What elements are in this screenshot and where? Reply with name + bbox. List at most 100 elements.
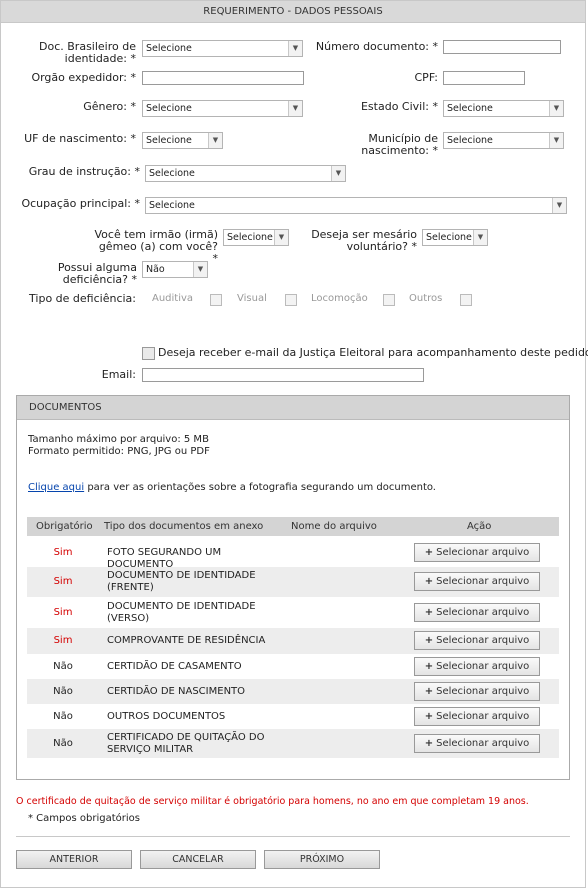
uf-nascimento-value: Selecione xyxy=(146,135,192,146)
mesario-value: Selecione xyxy=(426,232,472,243)
chevron-down-icon: ▼ xyxy=(552,198,566,213)
table-row: Não CERTIFICADO DE QUITAÇÃO DO SERVIÇO MI… xyxy=(27,729,559,758)
selecionar-arquivo-button[interactable]: + Selecionar arquivo xyxy=(414,603,540,622)
table-row: Não CERTIDÃO DE NASCIMENTO + Selecionar arq… xyxy=(27,679,559,704)
table-row: Não OUTROS DOCUMENTOS + Selecionar arquivo xyxy=(27,704,559,729)
divider xyxy=(16,836,570,837)
tipo-documento-cell: COMPROVANTE DE RESIDÊNCIA xyxy=(107,635,266,646)
grau-instrucao-label: Grau de instrução: * xyxy=(28,165,140,178)
uf-nascimento-select[interactable]: Selecione ▼ xyxy=(142,132,223,149)
selecionar-arquivo-label: Selecionar arquivo xyxy=(436,738,530,749)
estado-civil-label: Estado Civil: * xyxy=(360,100,438,113)
deficiencia-label: Possui alguma deficiência? * xyxy=(57,261,137,286)
chevron-down-icon: ▼ xyxy=(549,101,563,116)
municipio-value: Selecione xyxy=(447,135,493,146)
selecionar-arquivo-label: Selecionar arquivo xyxy=(436,576,530,587)
proximo-button[interactable]: PRÓXIMO xyxy=(264,850,380,869)
campos-obrigatorios-note: * Campos obrigatórios xyxy=(28,813,140,824)
tipo-documento-cell: CERTIDÃO DE NASCIMENTO xyxy=(107,686,246,697)
selecionar-arquivo-button[interactable]: + Selecionar arquivo xyxy=(414,734,540,753)
doc-identidade-select[interactable]: Selecione ▼ xyxy=(142,40,303,57)
receber-email-label: Deseja receber e-mail da Justiça Eleitor… xyxy=(158,346,588,359)
col-tipo: Tipo dos documentos em anexo xyxy=(104,521,264,532)
deficiencia-auditiva-checkbox[interactable] xyxy=(210,294,222,306)
deficiencia-value: Não xyxy=(146,264,165,275)
numero-documento-input[interactable] xyxy=(443,40,561,54)
plus-icon: + xyxy=(424,547,434,558)
tipo-documento-cell: DOCUMENTO DE IDENTIDADE (VERSO) xyxy=(107,601,256,624)
tipo-documento-cell: OUTROS DOCUMENTOS xyxy=(107,711,226,722)
obrigatorio-cell: Sim xyxy=(53,607,73,618)
municipio-select[interactable]: Selecione ▼ xyxy=(443,132,564,149)
documentos-table-header: Obrigatório Tipo dos documentos em anexo… xyxy=(27,517,559,536)
obrigatorio-cell: Sim xyxy=(53,547,73,558)
deficiencia-visual-checkbox[interactable] xyxy=(285,294,297,306)
deficiencia-visual-label: Visual xyxy=(237,293,267,304)
table-row: Sim FOTO SEGURANDO UM DOCUMENTO + Seleciona… xyxy=(27,538,559,570)
tipo-documento-cell: CERTIDÃO DE CASAMENTO xyxy=(107,661,242,672)
selecionar-arquivo-button[interactable]: + Selecionar arquivo xyxy=(414,631,540,650)
cpf-input[interactable] xyxy=(443,71,525,85)
col-nome-arquivo: Nome do arquivo xyxy=(291,521,377,532)
selecionar-arquivo-label: Selecionar arquivo xyxy=(436,661,530,672)
selecionar-arquivo-button[interactable]: + Selecionar arquivo xyxy=(414,707,540,726)
estado-civil-select[interactable]: Selecione ▼ xyxy=(443,100,564,117)
chevron-down-icon: ▼ xyxy=(208,133,222,148)
clique-aqui-link[interactable]: Clique aqui xyxy=(28,482,84,493)
genero-value: Selecione xyxy=(146,103,192,114)
genero-select[interactable]: Selecione ▼ xyxy=(142,100,303,117)
genero-label: Gênero: * xyxy=(83,100,136,113)
selecionar-arquivo-label: Selecionar arquivo xyxy=(436,686,530,697)
cancelar-button[interactable]: CANCELAR xyxy=(140,850,256,869)
email-input[interactable] xyxy=(142,368,424,382)
deficiencia-outros-checkbox[interactable] xyxy=(460,294,472,306)
plus-icon: + xyxy=(424,635,434,646)
cpf-label: CPF: xyxy=(414,71,439,84)
selecionar-arquivo-button[interactable]: + Selecionar arquivo xyxy=(414,682,540,701)
table-row: Sim DOCUMENTO DE IDENTIDADE (FRENTE) + Sele… xyxy=(27,567,559,597)
plus-icon: + xyxy=(424,686,434,697)
plus-icon: + xyxy=(424,661,434,672)
gemeo-select[interactable]: Selecione ▼ xyxy=(223,229,289,246)
obrigatorio-cell: Não xyxy=(53,661,73,672)
email-label: Email: xyxy=(101,368,136,381)
uf-nascimento-label: UF de nascimento: * xyxy=(24,132,136,145)
doc-identidade-label: Doc. Brasileiro de identidade: * xyxy=(39,40,136,65)
chevron-down-icon: ▼ xyxy=(473,230,487,245)
receber-email-checkbox[interactable] xyxy=(142,347,155,360)
obrigatorio-cell: Sim xyxy=(53,635,73,646)
obrigatorio-cell: Não xyxy=(53,711,73,722)
orientacoes-rest: para ver as orientações sobre a fotograf… xyxy=(84,482,436,493)
obrigatorio-cell: Não xyxy=(53,686,73,697)
chevron-down-icon: ▼ xyxy=(288,101,302,116)
col-acao: Ação xyxy=(467,521,492,532)
deficiencia-locomocao-checkbox[interactable] xyxy=(383,294,395,306)
documentos-title: DOCUMENTOS xyxy=(17,396,569,420)
militar-note: O certificado de quitação de serviço mil… xyxy=(16,796,529,807)
tamanho-maximo-text: Tamanho máximo por arquivo: 5 MB xyxy=(28,434,209,445)
doc-identidade-value: Selecione xyxy=(146,43,192,54)
mesario-select[interactable]: Selecione ▼ xyxy=(422,229,488,246)
anterior-button[interactable]: ANTERIOR xyxy=(16,850,132,869)
selecionar-arquivo-button[interactable]: + Selecionar arquivo xyxy=(414,543,540,562)
deficiencia-auditiva-label: Auditiva xyxy=(152,293,194,304)
deficiencia-select[interactable]: Não ▼ xyxy=(142,261,208,278)
plus-icon: + xyxy=(424,576,434,587)
ocupacao-select[interactable]: Selecione ▼ xyxy=(145,197,567,214)
selecionar-arquivo-button[interactable]: + Selecionar arquivo xyxy=(414,657,540,676)
grau-instrucao-select[interactable]: Selecione ▼ xyxy=(145,165,346,182)
gemeo-value: Selecione xyxy=(227,232,273,243)
table-row: Não CERTIDÃO DE CASAMENTO + Selecionar arqu… xyxy=(27,654,559,679)
chevron-down-icon: ▼ xyxy=(331,166,345,181)
orgao-expedidor-input[interactable] xyxy=(142,71,304,85)
chevron-down-icon: ▼ xyxy=(288,41,302,56)
grau-instrucao-value: Selecione xyxy=(149,168,195,179)
table-row: Sim DOCUMENTO DE IDENTIDADE (VERSO) + Selec… xyxy=(27,597,559,628)
ocupacao-label: Ocupação principal: * xyxy=(21,197,140,210)
selecionar-arquivo-button[interactable]: + Selecionar arquivo xyxy=(414,572,540,591)
tipo-documento-cell: CERTIFICADO DE QUITAÇÃO DO SERVIÇO MILIT… xyxy=(107,732,265,755)
plus-icon: + xyxy=(424,607,434,618)
numero-documento-label: Número documento: * xyxy=(315,40,438,53)
selecionar-arquivo-label: Selecionar arquivo xyxy=(436,711,530,722)
orientacoes-text: Clique aqui para ver as orientações sobr… xyxy=(28,482,436,493)
